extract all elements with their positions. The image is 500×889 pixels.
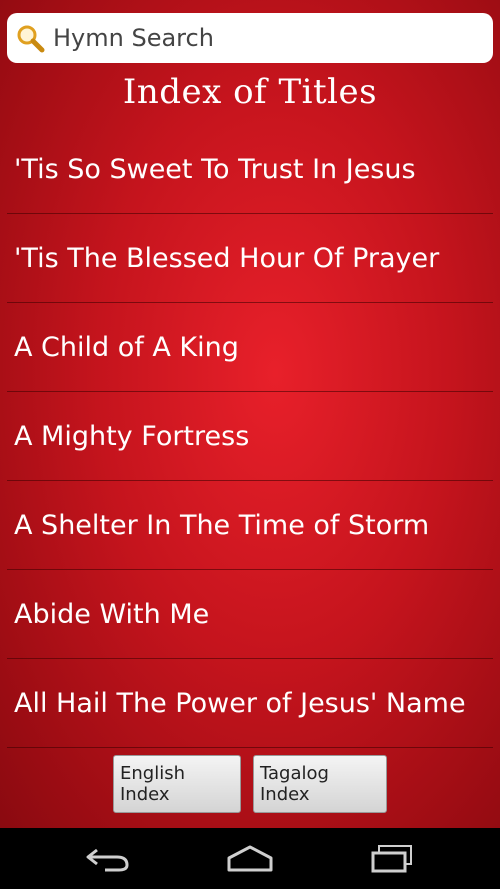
hymn-list: 'Tis So Sweet To Trust In Jesus 'Tis The… bbox=[7, 125, 493, 748]
hymn-list-item[interactable]: Abide With Me bbox=[7, 570, 493, 659]
hymn-list-item[interactable]: 'Tis The Blessed Hour Of Prayer bbox=[7, 214, 493, 303]
system-navigation-bar bbox=[0, 828, 500, 889]
app-screen: Index of Titles 'Tis So Sweet To Trust I… bbox=[0, 0, 500, 828]
tagalog-index-button[interactable]: Tagalog Index bbox=[253, 755, 387, 813]
hymn-list-item[interactable]: All Hail The Power of Jesus' Name bbox=[7, 659, 493, 748]
hymn-list-item[interactable]: A Mighty Fortress bbox=[7, 392, 493, 481]
recent-apps-icon[interactable] bbox=[367, 842, 417, 876]
back-icon[interactable] bbox=[83, 842, 133, 876]
english-index-button[interactable]: English Index bbox=[113, 755, 241, 813]
index-button-bar: English Index Tagalog Index bbox=[0, 755, 500, 815]
page-title: Index of Titles bbox=[122, 72, 378, 112]
hymn-list-item[interactable]: A Child of A King bbox=[7, 303, 493, 392]
home-icon[interactable] bbox=[225, 842, 275, 876]
search-bar[interactable] bbox=[7, 13, 493, 63]
hymn-list-item[interactable]: 'Tis So Sweet To Trust In Jesus bbox=[7, 125, 493, 214]
hymn-list-item[interactable]: A Shelter In The Time of Storm bbox=[7, 481, 493, 570]
search-input[interactable] bbox=[51, 23, 475, 53]
search-icon bbox=[13, 21, 47, 55]
